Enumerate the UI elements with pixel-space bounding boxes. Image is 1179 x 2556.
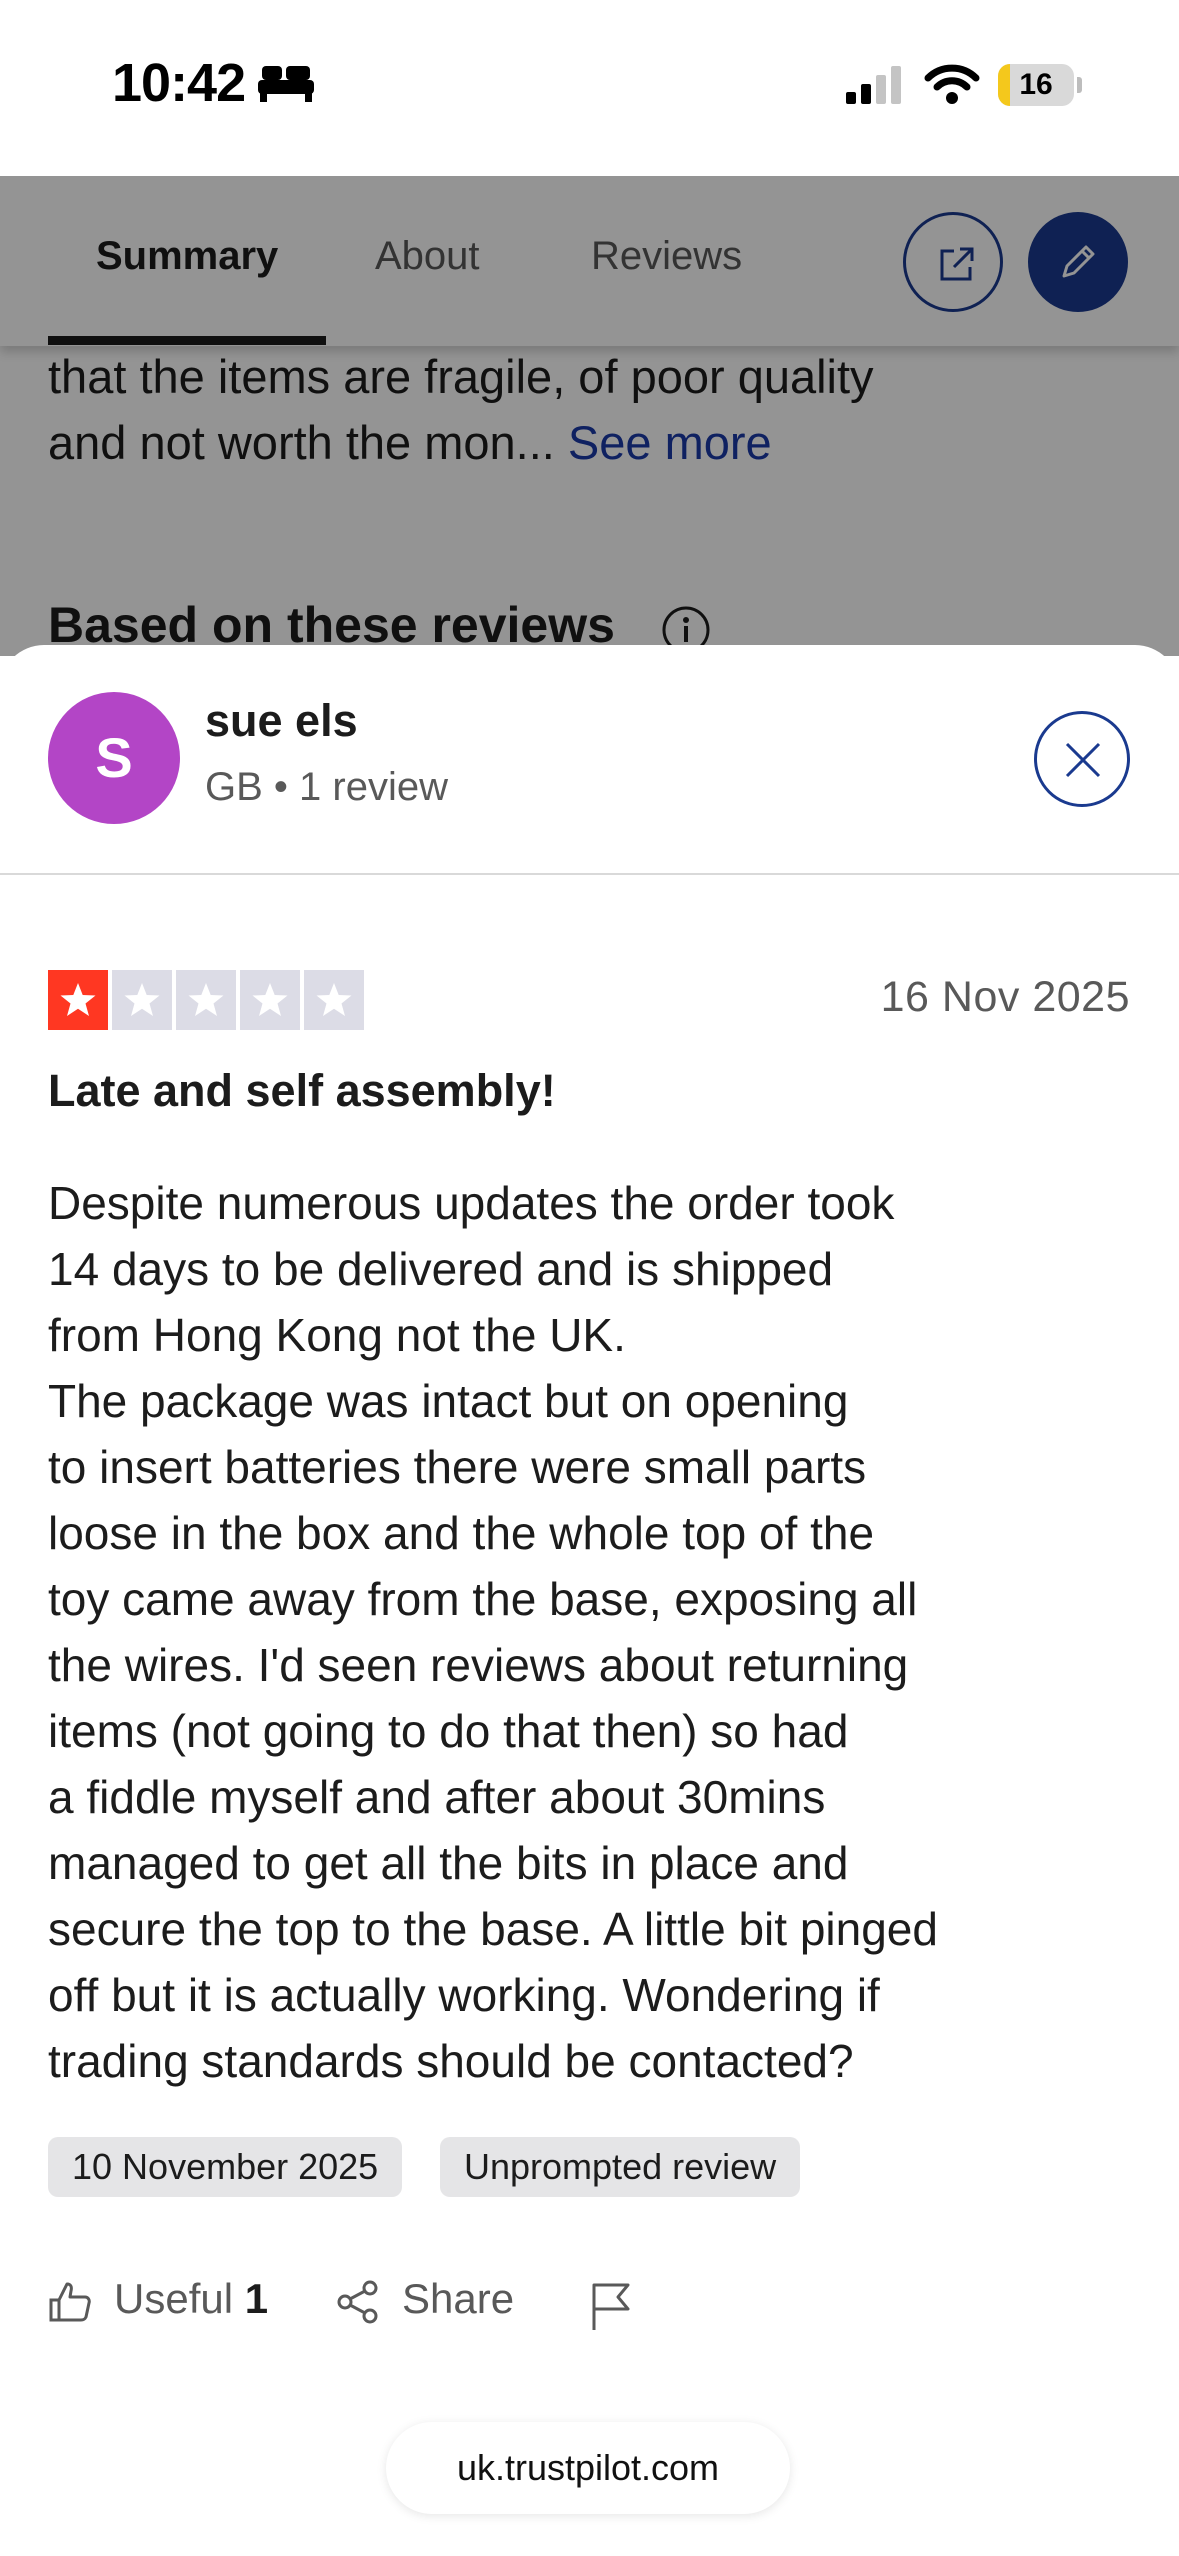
useful-label: Useful xyxy=(114,2275,234,2322)
wifi-icon xyxy=(924,64,980,104)
star-icon xyxy=(48,970,108,1030)
star-icon xyxy=(112,970,172,1030)
useful-button[interactable]: Useful 1 xyxy=(48,2275,268,2324)
star-icon xyxy=(240,970,300,1030)
star-icon xyxy=(304,970,364,1030)
star-icon xyxy=(176,970,236,1030)
modal-backdrop[interactable] xyxy=(0,176,1179,656)
share-label: Share xyxy=(402,2275,515,2322)
review-date: 16 Nov 2025 xyxy=(880,973,1130,1021)
useful-count: 1 xyxy=(244,2275,269,2322)
share-icon xyxy=(337,2280,378,2324)
avatar-initial: S xyxy=(95,726,133,789)
close-button[interactable] xyxy=(1034,711,1130,807)
status-bar: 10:42 16 xyxy=(0,0,1179,176)
close-icon xyxy=(1065,742,1101,778)
status-time: 10:42 xyxy=(112,53,246,113)
battery-level: 16 xyxy=(1019,68,1053,101)
experience-date-badge: 10 November 2025 xyxy=(48,2137,403,2197)
avatar: S xyxy=(48,692,180,824)
report-button[interactable] xyxy=(590,2280,654,2332)
share-button[interactable]: Share xyxy=(336,2275,514,2324)
review-sheet: S sue els GB • 1 review 16 Nov 2025 Late… xyxy=(0,645,1179,2556)
header-divider xyxy=(0,873,1179,875)
flag-icon xyxy=(592,2283,630,2330)
review-body: Despite numerous updates the order took … xyxy=(48,1177,938,2087)
browser-url-bar[interactable]: uk.trustpilot.com xyxy=(386,2422,790,2514)
reviewer-name[interactable]: sue els xyxy=(205,695,358,747)
review-type-badge[interactable]: Unprompted review xyxy=(440,2137,801,2197)
signal-icon xyxy=(846,66,901,104)
reviewer-meta: GB • 1 review xyxy=(205,765,448,809)
battery-nub xyxy=(1077,77,1082,93)
battery-icon: 16 xyxy=(998,64,1074,106)
bed-icon xyxy=(258,66,314,102)
thumbs-up-icon xyxy=(49,2282,91,2322)
review-title: Late and self assembly! xyxy=(48,1065,556,1116)
